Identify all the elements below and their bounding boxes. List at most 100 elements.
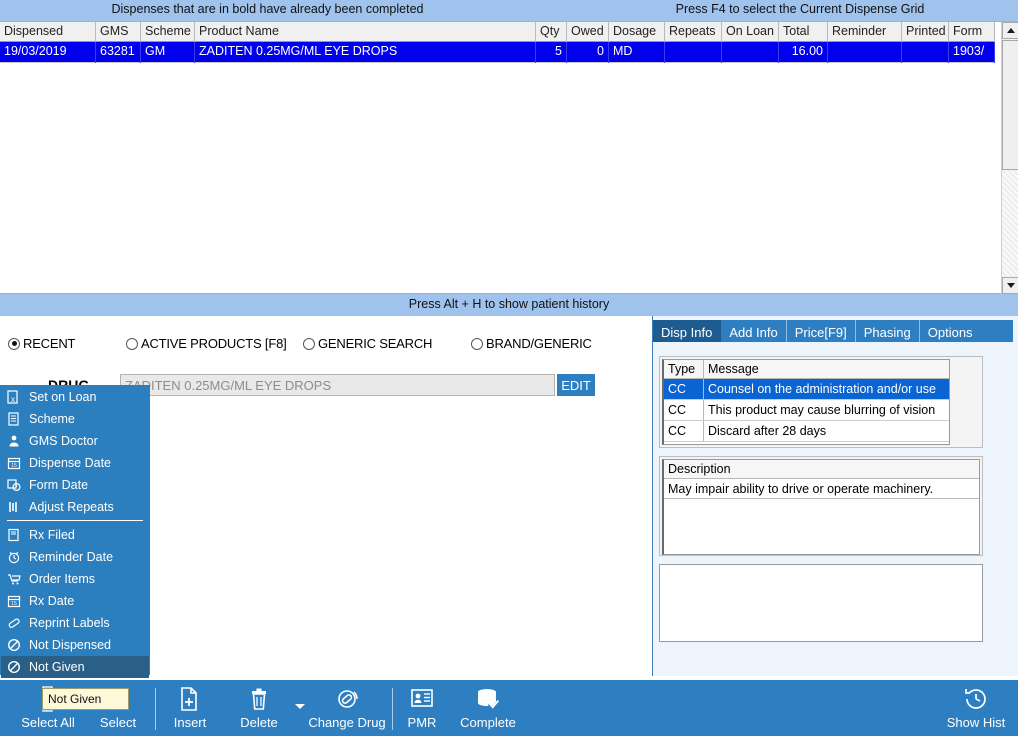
column-owed[interactable]: Owed bbox=[567, 22, 609, 42]
column-dispensed[interactable]: Dispensed bbox=[0, 22, 96, 42]
patient-history-banner: Press Alt + H to show patient history bbox=[0, 294, 1018, 316]
menu-item-label: Form Date bbox=[29, 478, 89, 492]
column-on-loan[interactable]: On Loan bbox=[722, 22, 779, 42]
show-hist-button[interactable]: Show Hist bbox=[938, 684, 1014, 734]
column-repeats[interactable]: Repeats bbox=[665, 22, 722, 42]
delete-button[interactable]: Delete bbox=[228, 684, 290, 734]
calendar-icon: 15 bbox=[5, 593, 23, 609]
cart-icon bbox=[5, 571, 23, 587]
radio-generic-search[interactable]: GENERIC SEARCH bbox=[303, 336, 432, 351]
scroll-down-button[interactable] bbox=[1002, 277, 1018, 294]
scroll-up-button[interactable] bbox=[1002, 22, 1018, 39]
tab-add-info[interactable]: Add Info bbox=[721, 320, 787, 342]
info-panel: Disp Info Add Info Price[F9] Phasing Opt… bbox=[652, 316, 1018, 676]
svg-text:x: x bbox=[11, 395, 15, 404]
adjust-repeats-icon bbox=[5, 499, 23, 515]
column-form[interactable]: Form bbox=[949, 22, 995, 42]
dispense-grid-header: Dispensed GMS Scheme Product Name Qty Ow… bbox=[0, 22, 995, 42]
message-type: CC bbox=[664, 379, 704, 399]
tab-price[interactable]: Price[F9] bbox=[787, 320, 856, 342]
grid-scrollbar[interactable] bbox=[1001, 22, 1018, 294]
tab-phasing[interactable]: Phasing bbox=[856, 320, 920, 342]
radio-brand-generic[interactable]: BRAND/GENERIC bbox=[471, 336, 592, 351]
description-table[interactable]: Description May impair ability to drive … bbox=[662, 459, 980, 555]
radio-recent-label: RECENT bbox=[23, 336, 76, 351]
message-type: CC bbox=[664, 400, 704, 420]
complete-button[interactable]: Complete bbox=[452, 684, 524, 734]
menu-item-reprint-labels[interactable]: Reprint Labels bbox=[1, 612, 149, 634]
column-reminder[interactable]: Reminder bbox=[828, 22, 902, 42]
menu-item-reminder-date[interactable]: Reminder Date bbox=[1, 546, 149, 568]
edit-button[interactable]: EDIT bbox=[557, 374, 595, 396]
bottom-toolbar: Select All Select Insert Delete Change D… bbox=[0, 678, 1018, 736]
column-scheme[interactable]: Scheme bbox=[141, 22, 195, 42]
menu-item-not-dispensed[interactable]: Not Dispensed bbox=[1, 634, 149, 656]
messages-table[interactable]: Type Message CC Counsel on the administr… bbox=[662, 359, 950, 445]
radio-active-products[interactable]: ACTIVE PRODUCTS [F8] bbox=[126, 336, 287, 351]
radio-generic-search-label: GENERIC SEARCH bbox=[318, 336, 433, 351]
column-printed[interactable]: Printed bbox=[902, 22, 949, 42]
insert-button[interactable]: Insert bbox=[160, 684, 220, 734]
message-type: CC bbox=[664, 421, 704, 441]
menu-item-set-on-loan[interactable]: x Set on Loan bbox=[1, 386, 149, 408]
cell-repeats bbox=[665, 42, 722, 63]
drug-input[interactable]: ZADITEN 0.25MG/ML EYE DROPS bbox=[120, 374, 555, 396]
message-text: Counsel on the administration and/or use bbox=[708, 382, 936, 396]
table-row[interactable]: 19/03/2019 63281 GM ZADITEN 0.25MG/ML EY… bbox=[0, 42, 995, 63]
trash-icon bbox=[248, 684, 270, 714]
menu-item-label: Not Given bbox=[29, 660, 85, 674]
chevron-down-icon bbox=[1006, 283, 1015, 288]
menu-item-rx-filed[interactable]: Rx Filed bbox=[1, 524, 149, 546]
description-row: May impair ability to drive or operate m… bbox=[664, 479, 979, 499]
radio-recent[interactable]: RECENT bbox=[8, 336, 75, 351]
radio-dot-icon bbox=[126, 337, 138, 350]
show-hist-label: Show Hist bbox=[946, 715, 1006, 730]
banner-bold-note: Dispenses that are in bold have already … bbox=[111, 2, 424, 16]
menu-item-adjust-repeats[interactable]: Adjust Repeats bbox=[1, 496, 149, 518]
scrollbar-thumb[interactable] bbox=[1002, 40, 1018, 170]
tab-disp-info[interactable]: Disp Info bbox=[653, 320, 722, 342]
pmr-label: PMR bbox=[407, 715, 437, 730]
svg-text:15: 15 bbox=[11, 601, 17, 607]
change-drug-button[interactable]: Change Drug bbox=[304, 684, 390, 734]
column-total[interactable]: Total bbox=[779, 22, 828, 42]
cell-dispensed: 19/03/2019 bbox=[0, 42, 96, 63]
delete-label: Delete bbox=[240, 715, 278, 730]
menu-item-order-items[interactable]: Order Items bbox=[1, 568, 149, 590]
cell-total: 16.00 bbox=[779, 42, 828, 63]
scrollbar-track[interactable] bbox=[1002, 171, 1018, 276]
messages-frame: Type Message CC Counsel on the administr… bbox=[659, 356, 983, 448]
tab-options[interactable]: Options bbox=[920, 320, 981, 342]
column-dosage[interactable]: Dosage bbox=[609, 22, 665, 42]
cell-dosage: MD bbox=[609, 42, 665, 63]
column-gms[interactable]: GMS bbox=[96, 22, 141, 42]
toolbar-divider bbox=[392, 688, 393, 730]
menu-item-rx-date[interactable]: 15 Rx Date bbox=[1, 590, 149, 612]
menu-separator bbox=[7, 520, 143, 521]
menu-item-label: Reminder Date bbox=[29, 550, 114, 564]
dispense-grid[interactable]: Dispensed GMS Scheme Product Name Qty Ow… bbox=[0, 22, 1018, 294]
patient-history-hint: Press Alt + H to show patient history bbox=[408, 297, 610, 311]
message-text: This product may cause blurring of visio… bbox=[708, 403, 936, 417]
list-item[interactable]: CC This product may cause blurring of vi… bbox=[664, 400, 949, 421]
notes-box[interactable] bbox=[659, 564, 983, 642]
description-header: Description bbox=[664, 460, 979, 479]
alarm-clock-icon bbox=[5, 549, 23, 565]
no-entry-icon bbox=[5, 637, 23, 653]
change-drug-icon bbox=[334, 684, 360, 714]
cell-product-name: ZADITEN 0.25MG/ML EYE DROPS bbox=[195, 42, 536, 63]
column-product-name[interactable]: Product Name bbox=[195, 22, 536, 42]
rx-filed-icon bbox=[5, 527, 23, 543]
column-type: Type bbox=[664, 360, 704, 378]
menu-item-not-given[interactable]: Not Given bbox=[1, 656, 149, 678]
column-qty[interactable]: Qty bbox=[536, 22, 567, 42]
menu-item-dispense-date[interactable]: 15 Dispense Date bbox=[1, 452, 149, 474]
menu-item-scheme[interactable]: Scheme bbox=[1, 408, 149, 430]
list-item[interactable]: CC Discard after 28 days bbox=[664, 421, 949, 442]
pmr-button[interactable]: PMR bbox=[396, 684, 448, 734]
menu-item-form-date[interactable]: Form Date bbox=[1, 474, 149, 496]
menu-item-gms-doctor[interactable]: GMS Doctor bbox=[1, 430, 149, 452]
list-item[interactable]: CC Counsel on the administration and/or … bbox=[664, 379, 949, 400]
context-menu: x Set on Loan Scheme GMS Doctor 15 Dispe… bbox=[0, 385, 150, 678]
column-message: Message bbox=[708, 362, 759, 376]
